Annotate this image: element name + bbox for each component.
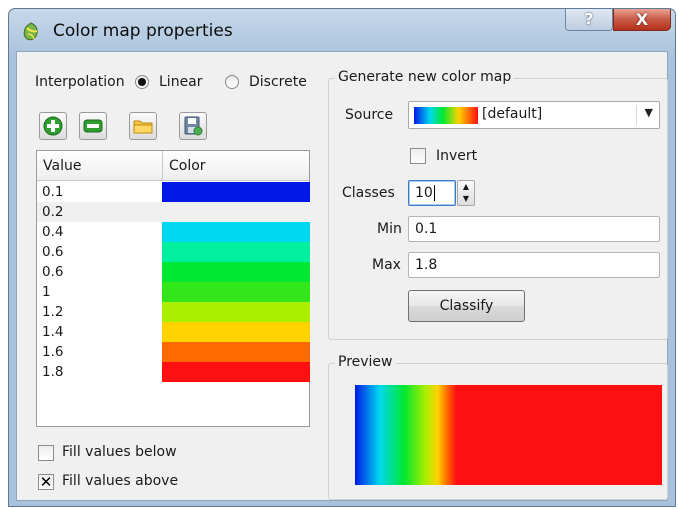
max-label: Max <box>372 257 401 273</box>
table-row[interactable]: 1.6 <box>37 342 310 362</box>
table-row[interactable]: 1.2 <box>37 302 310 322</box>
min-label: Min <box>377 221 402 237</box>
radio-discrete[interactable] <box>225 75 239 89</box>
color-swatch-cell[interactable] <box>162 202 310 222</box>
source-selected-value: [default] <box>482 106 543 122</box>
table-row[interactable]: 1 <box>37 282 310 302</box>
value-cell[interactable]: 0.6 <box>42 264 63 280</box>
dialog-body: Interpolation Linear Discrete Value Colo… <box>16 51 668 501</box>
spin-down-icon[interactable]: ▼ <box>458 193 474 205</box>
fill-above-label[interactable]: Fill values above <box>62 473 178 489</box>
color-swatch-cell[interactable] <box>162 282 310 302</box>
value-cell[interactable]: 0.1 <box>42 184 63 200</box>
spin-up-icon[interactable]: ▲ <box>458 181 474 193</box>
color-map-dialog: Color map properties ? X Interpolation L… <box>8 8 676 507</box>
value-cell[interactable]: 0.4 <box>42 224 63 240</box>
preview-group-title: Preview <box>335 354 396 370</box>
table-row[interactable]: 0.1 <box>37 182 310 202</box>
add-entry-icon <box>43 116 63 136</box>
combo-separator <box>636 105 637 125</box>
invert-label[interactable]: Invert <box>436 148 477 164</box>
column-header-color[interactable]: Color <box>162 151 310 181</box>
export-color-map-button[interactable] <box>179 112 207 140</box>
help-button[interactable]: ? <box>565 9 613 31</box>
remove-entry-button[interactable] <box>79 112 107 140</box>
value-cell[interactable]: 0.2 <box>42 204 63 220</box>
source-select[interactable]: [default] ▼ <box>408 101 660 129</box>
table-row[interactable]: 1.4 <box>37 322 310 342</box>
title-bar[interactable]: Color map properties ? X <box>9 9 675 51</box>
value-cell[interactable]: 0.6 <box>42 244 63 260</box>
fill-above-checkbox[interactable] <box>38 473 54 491</box>
color-swatch-cell[interactable] <box>162 302 310 322</box>
color-swatch-cell[interactable] <box>162 322 310 342</box>
chevron-down-icon[interactable]: ▼ <box>645 106 653 119</box>
source-label: Source <box>345 107 394 123</box>
radio-linear-label[interactable]: Linear <box>159 74 203 90</box>
add-entry-button[interactable] <box>39 112 67 140</box>
invert-checkbox[interactable] <box>410 148 426 164</box>
remove-entry-icon <box>83 119 103 133</box>
close-button[interactable]: X <box>613 9 671 31</box>
preview-color-bar <box>355 385 662 485</box>
fill-below-checkbox[interactable] <box>38 445 54 461</box>
column-header-value[interactable]: Value <box>37 151 162 181</box>
table-row[interactable]: 0.6 <box>37 242 310 262</box>
max-input[interactable]: 1.8 <box>408 252 660 278</box>
value-cell[interactable]: 1.2 <box>42 304 63 320</box>
value-cell[interactable]: 1 <box>42 284 51 300</box>
color-swatch-cell[interactable] <box>162 362 310 382</box>
color-entries-table[interactable]: Value Color 0.1 0.2 0.4 0.6 0.6 1 1.2 1.4 1.6 1.8 <box>36 150 310 427</box>
table-row[interactable]: 0.2 <box>37 202 310 222</box>
color-swatch-cell[interactable] <box>162 222 310 242</box>
text-caret <box>433 185 435 201</box>
qgis-app-icon <box>23 22 38 41</box>
color-swatch-cell[interactable] <box>162 342 310 362</box>
color-swatch-cell[interactable] <box>162 182 310 202</box>
load-folder-icon <box>133 120 153 134</box>
color-swatch-cell[interactable] <box>162 242 310 262</box>
generate-group-title: Generate new color map <box>335 69 515 85</box>
classes-label: Classes <box>342 185 395 201</box>
value-cell[interactable]: 1.6 <box>42 344 63 360</box>
load-color-map-button[interactable] <box>129 112 157 140</box>
value-cell[interactable]: 1.8 <box>42 364 63 380</box>
min-input[interactable]: 0.1 <box>408 216 660 242</box>
color-swatch-cell[interactable] <box>162 262 310 282</box>
table-row[interactable]: 0.4 <box>37 222 310 242</box>
radio-linear[interactable] <box>135 75 149 89</box>
table-header: Value Color <box>37 151 309 181</box>
classes-value: 10 <box>415 185 433 201</box>
classify-button[interactable]: Classify <box>408 290 525 322</box>
classes-spinbox[interactable]: 10 <box>408 180 456 206</box>
source-gradient-swatch <box>414 107 478 124</box>
table-row[interactable]: 1.8 <box>37 362 310 382</box>
radio-discrete-label[interactable]: Discrete <box>249 74 307 90</box>
interpolation-label: Interpolation <box>35 74 125 90</box>
value-cell[interactable]: 1.4 <box>42 324 63 340</box>
classes-stepper[interactable]: ▲ ▼ <box>457 180 475 206</box>
export-icon <box>184 116 203 136</box>
window-title: Color map properties <box>53 21 233 41</box>
table-row[interactable]: 0.6 <box>37 262 310 282</box>
fill-below-label[interactable]: Fill values below <box>62 444 177 460</box>
